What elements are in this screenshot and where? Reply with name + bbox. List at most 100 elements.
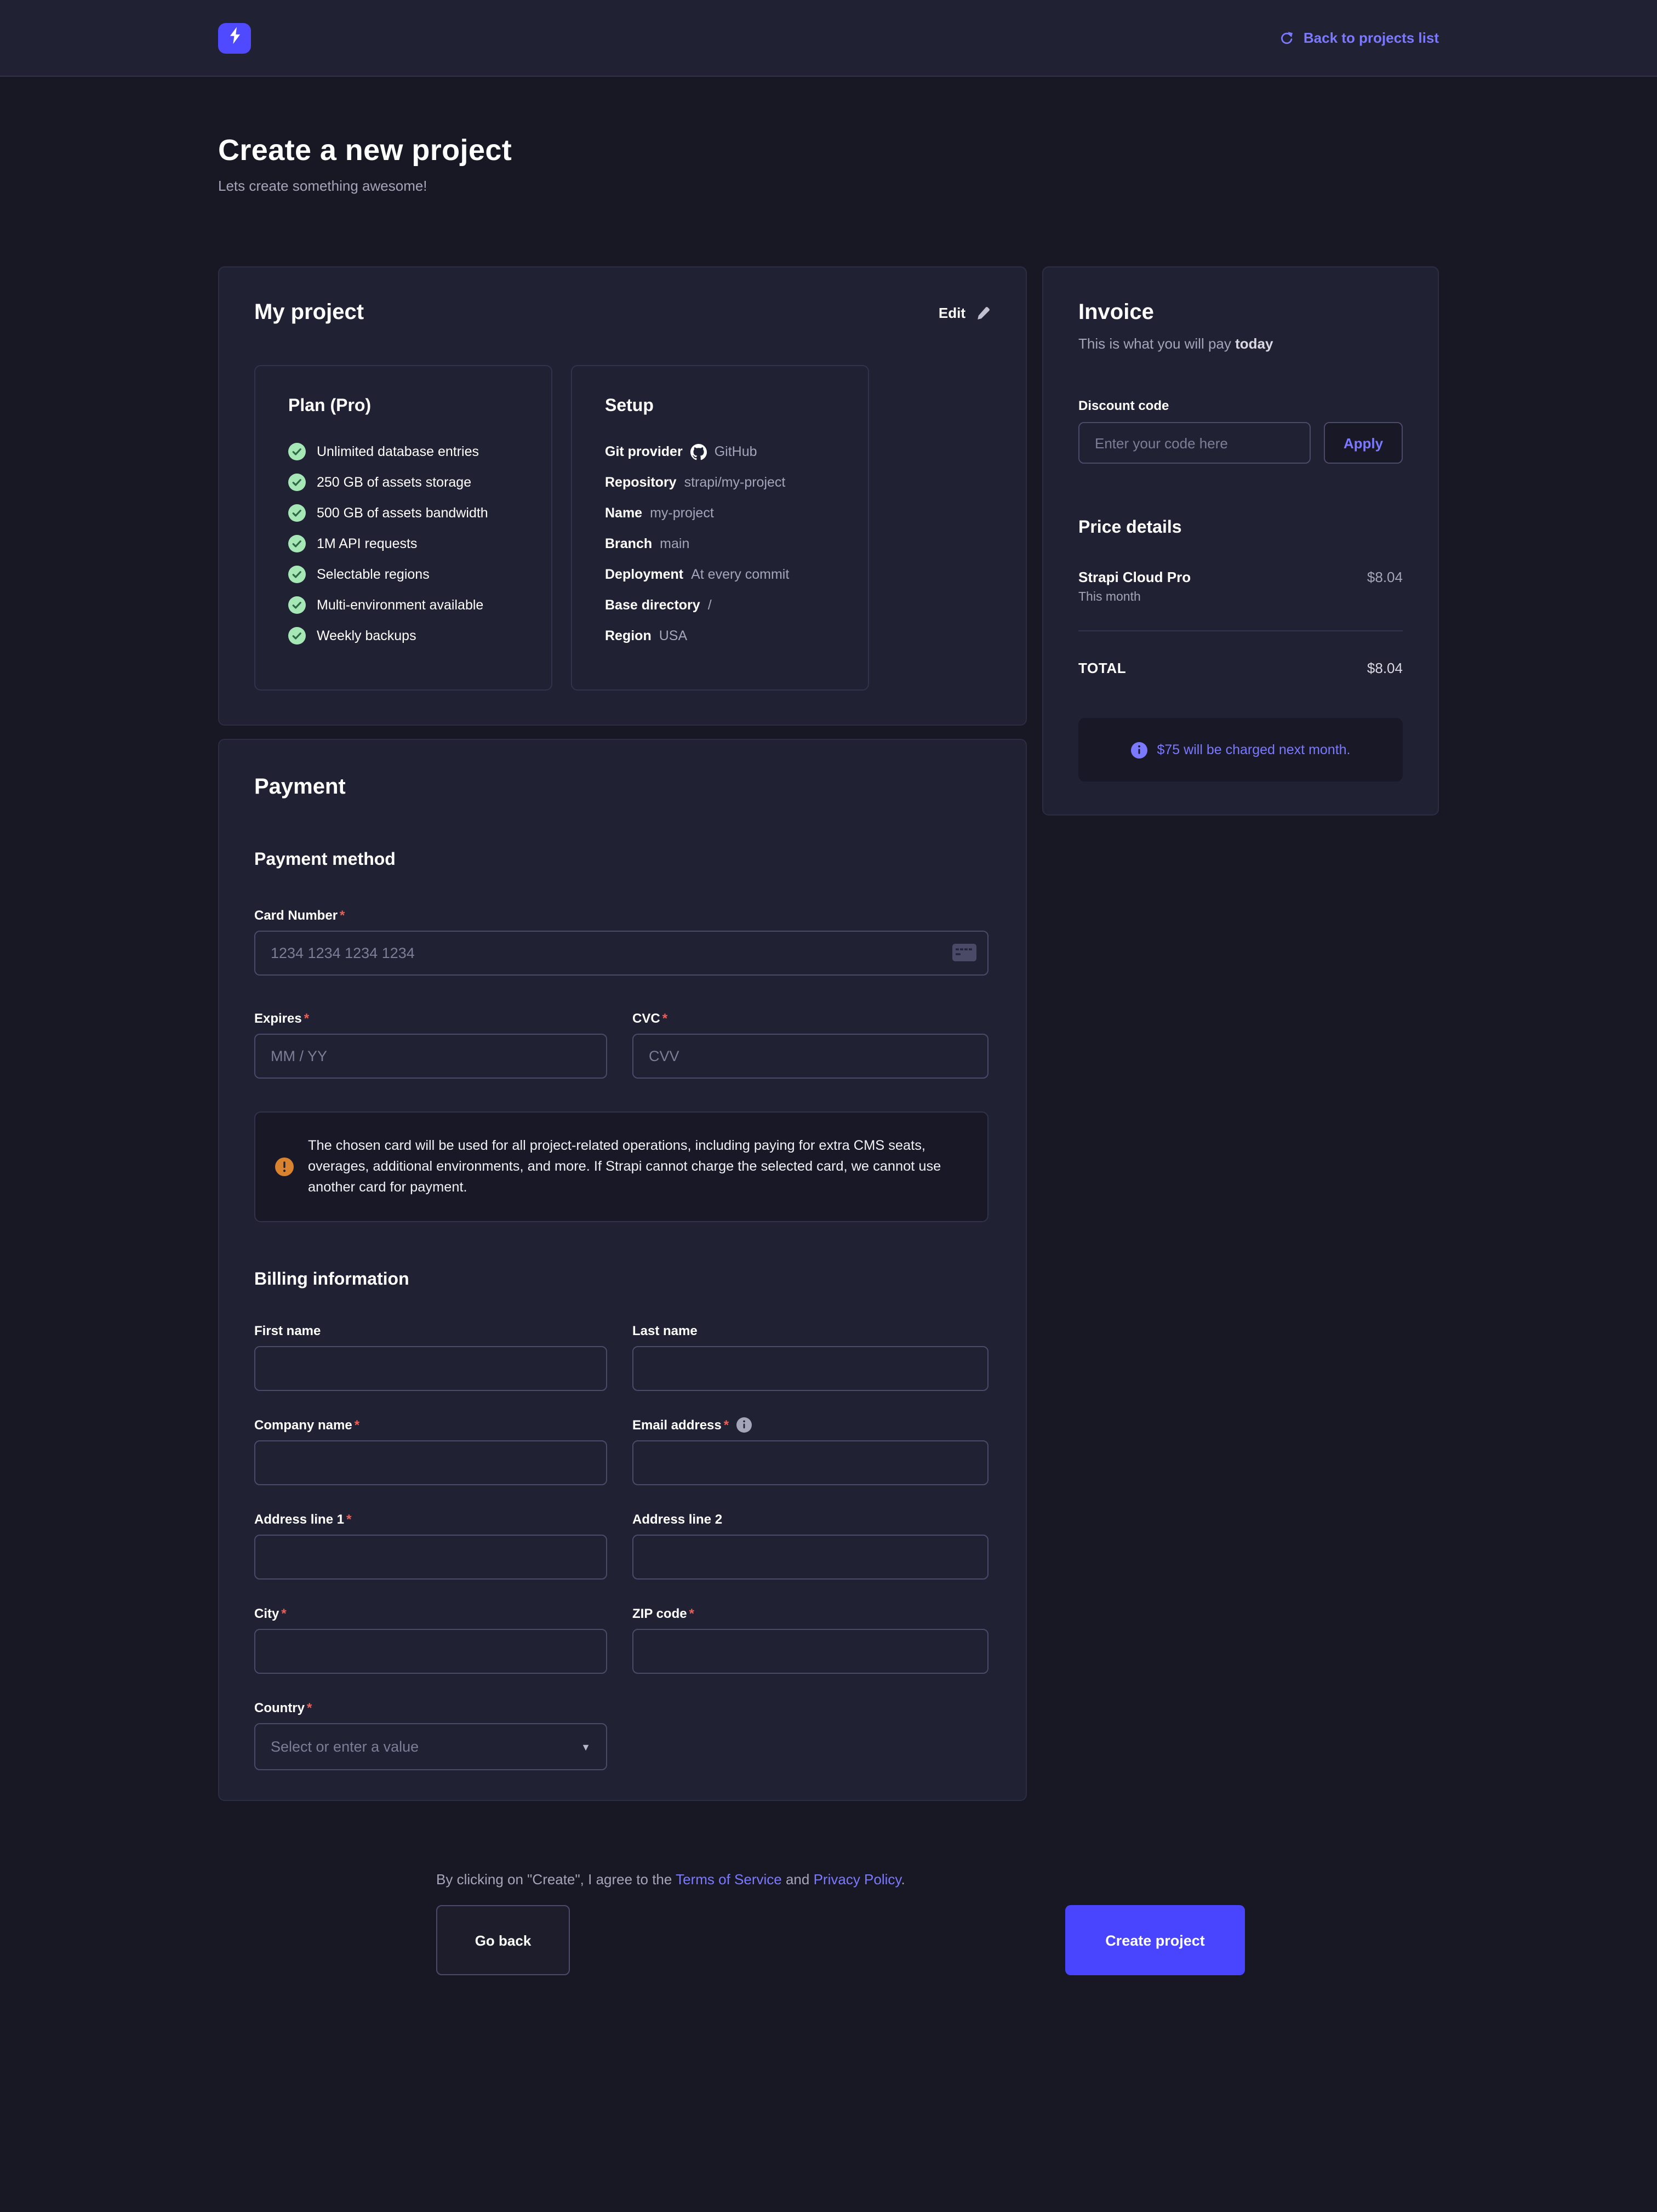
billing-field: City* <box>254 1606 607 1674</box>
required-asterisk: * <box>724 1417 729 1433</box>
check-circle-icon <box>288 627 306 645</box>
first-name-label: First name <box>254 1323 607 1338</box>
list-item: 250 GB of assets storage <box>288 474 518 491</box>
email-address-input[interactable] <box>632 1440 989 1485</box>
check-circle-icon <box>288 566 306 583</box>
expires-label: Expires* <box>254 1011 607 1026</box>
next-month-note: $75 will be charged next month. <box>1078 718 1403 782</box>
billing-grid: First name Last name Company name* <box>254 1323 991 1674</box>
first-name-input[interactable] <box>254 1346 607 1391</box>
footer-actions: Go back Create project <box>436 1905 1245 1975</box>
plan-feature-list: Unlimited database entries 250 GB of ass… <box>288 443 518 645</box>
address-line2-input[interactable] <box>632 1535 989 1580</box>
setup-row: Repository strapi/my-project <box>605 474 835 491</box>
setup-title: Setup <box>605 397 835 417</box>
invoice-title: Invoice <box>1078 300 1403 326</box>
page-title: Create a new project <box>218 134 1439 168</box>
billing-field-country: Country* Select or enter a value ▼ <box>254 1700 607 1770</box>
project-card-title: My project <box>254 300 364 326</box>
required-asterisk: * <box>689 1606 694 1621</box>
total-label: TOTAL <box>1078 660 1126 676</box>
payment-title: Payment <box>254 775 991 800</box>
last-name-input[interactable] <box>632 1346 989 1391</box>
billing-field: Company name* <box>254 1417 607 1485</box>
my-project-card: My project Edit <box>218 266 1027 726</box>
privacy-policy-link[interactable]: Privacy Policy <box>814 1871 901 1888</box>
card-usage-warning: The chosen card will be used for all pro… <box>254 1111 989 1222</box>
lightning-bolt-icon <box>226 26 243 50</box>
country-select[interactable]: Select or enter a value ▼ <box>254 1723 607 1770</box>
zip-code-input[interactable] <box>632 1629 989 1674</box>
discount-code-label: Discount code <box>1078 398 1403 413</box>
setup-row: Base directory / <box>605 596 835 614</box>
back-to-projects-link[interactable]: Back to projects list <box>1278 30 1439 46</box>
back-link-label: Back to projects list <box>1304 30 1439 46</box>
card-number-input[interactable] <box>254 931 989 976</box>
list-item: Multi-environment available <box>288 596 518 614</box>
setup-row: Git provider GitHub <box>605 443 835 460</box>
last-name-label: Last name <box>632 1323 989 1338</box>
chevron-down-icon: ▼ <box>581 1741 591 1752</box>
list-item: Selectable regions <box>288 566 518 583</box>
strapi-cloud-logo[interactable] <box>218 22 251 53</box>
invoice-divider <box>1078 630 1403 631</box>
city-input[interactable] <box>254 1629 607 1674</box>
page-subtitle: Lets create something awesome! <box>218 178 1439 194</box>
go-back-button[interactable]: Go back <box>436 1905 570 1975</box>
line-item-period: This month <box>1078 591 1403 604</box>
list-item: Unlimited database entries <box>288 443 518 460</box>
setup-row: Name my-project <box>605 504 835 522</box>
list-item: Weekly backups <box>288 627 518 645</box>
company-name-input[interactable] <box>254 1440 607 1485</box>
info-circle-icon <box>1131 742 1147 758</box>
billing-field: ZIP code* <box>632 1606 989 1674</box>
terms-of-service-link[interactable]: Terms of Service <box>676 1871 782 1888</box>
create-project-button[interactable]: Create project <box>1065 1905 1245 1975</box>
cvc-input[interactable] <box>632 1034 989 1079</box>
invoice-subtitle: This is what you will pay today <box>1078 335 1403 352</box>
plan-title: Plan (Pro) <box>288 397 518 417</box>
city-label: City* <box>254 1606 607 1621</box>
email-address-label: Email address* <box>632 1417 989 1433</box>
discount-code-input[interactable] <box>1078 422 1311 464</box>
check-circle-icon <box>288 443 306 460</box>
check-circle-icon <box>288 596 306 614</box>
payment-card: Payment Payment method Card Number* <box>218 739 1027 1801</box>
country-label: Country* <box>254 1700 607 1715</box>
terms-line: By clicking on "Create", I agree to the … <box>436 1871 1245 1888</box>
required-asterisk: * <box>307 1700 312 1715</box>
check-circle-icon <box>288 504 306 522</box>
address-line1-label: Address line 1* <box>254 1512 607 1527</box>
required-asterisk: * <box>662 1011 667 1026</box>
page: Back to projects list Create a new proje… <box>0 0 1657 2212</box>
expires-input[interactable] <box>254 1034 607 1079</box>
billing-field: Address line 1* <box>254 1512 607 1580</box>
invoice-card: Invoice This is what you will pay today … <box>1042 266 1439 816</box>
payment-method-title: Payment method <box>254 851 991 870</box>
list-item: 500 GB of assets bandwidth <box>288 504 518 522</box>
apply-button[interactable]: Apply <box>1324 422 1403 464</box>
address-line1-input[interactable] <box>254 1535 607 1580</box>
plan-box: Plan (Pro) Unlimited database entries 25… <box>254 365 552 691</box>
zip-code-label: ZIP code* <box>632 1606 989 1621</box>
company-name-label: Company name* <box>254 1417 607 1433</box>
edit-button[interactable]: Edit <box>939 305 991 321</box>
setup-box: Setup Git provider GitHub <box>571 365 869 691</box>
top-bar: Back to projects list <box>0 0 1657 77</box>
billing-field: Email address* <box>632 1417 989 1485</box>
warning-text: The chosen card will be used for all pro… <box>308 1136 961 1198</box>
footer: By clicking on "Create", I agree to the … <box>436 1871 1245 1975</box>
setup-row: Branch main <box>605 535 835 552</box>
credit-card-icon <box>952 944 976 967</box>
info-icon <box>736 1417 752 1433</box>
billing-field: Last name <box>632 1323 989 1391</box>
invoice-line-item: Strapi Cloud Pro $8.04 <box>1078 569 1403 585</box>
required-asterisk: * <box>346 1512 351 1527</box>
setup-row: Region USA <box>605 627 835 645</box>
billing-title: Billing information <box>254 1270 991 1290</box>
price-details-title: Price details <box>1078 518 1403 538</box>
required-asterisk: * <box>340 908 345 923</box>
card-number-label: Card Number* <box>254 908 991 923</box>
billing-field: Address line 2 <box>632 1512 989 1580</box>
github-icon <box>690 443 707 460</box>
